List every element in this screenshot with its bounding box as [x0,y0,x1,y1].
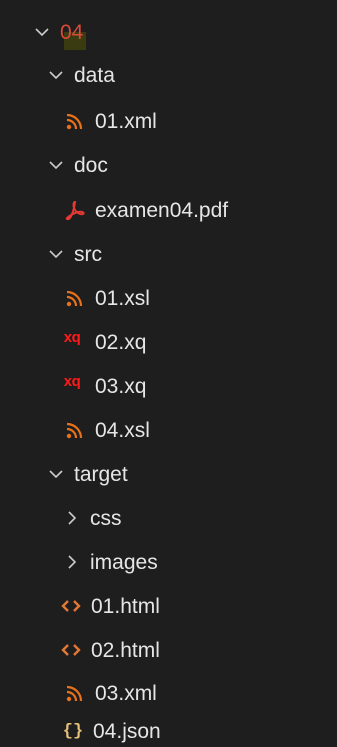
chevron-right-icon[interactable] [62,508,82,528]
chevron-right-icon[interactable] [62,552,82,572]
folder-css[interactable]: css [0,498,337,538]
file-target-04-json[interactable]: {} 04.json [0,711,337,747]
folder-data-label: data [74,63,115,87]
chevron-down-icon[interactable] [46,244,66,264]
folder-doc-label: doc [74,153,108,177]
html-icon [60,639,82,661]
chevron-down-icon[interactable] [46,464,66,484]
json-braces-icon: {} [62,721,84,741]
file-label: 01.html [91,594,160,618]
file-data-01-xml[interactable]: 01.xml [0,101,337,141]
file-src-04-xsl[interactable]: 04.xsl [0,410,337,450]
folder-label: 04 [60,20,86,50]
folder-data[interactable]: data [0,55,337,95]
file-label: 02.html [91,638,160,662]
folder-images-label: images [90,550,158,574]
html-icon [60,595,82,617]
file-src-03-xq[interactable]: xq 03.xq [0,366,337,406]
file-src-01-xsl[interactable]: 01.xsl [0,278,337,318]
file-label: 01.xml [95,109,157,133]
file-label: 04.json [93,719,161,743]
file-label: examen04.pdf [95,198,229,222]
chevron-down-icon[interactable] [32,22,52,42]
folder-src-label: src [74,242,102,266]
rss-icon [64,682,86,704]
xquery-icon: xq [63,372,81,390]
xquery-icon: xq [63,328,81,346]
file-target-02-html[interactable]: 02.html [0,630,337,670]
folder-src[interactable]: src [0,234,337,274]
folder-doc[interactable]: doc [0,145,337,185]
file-doc-examen04-pdf[interactable]: examen04.pdf [0,190,337,230]
file-label: 04.xsl [95,418,150,442]
folder-css-label: css [90,506,122,530]
folder-04-label: 04 [60,20,84,44]
rss-icon [64,110,86,132]
file-label: 01.xsl [95,286,150,310]
file-label: 03.xml [95,681,157,705]
rss-icon [64,287,86,309]
file-src-02-xq[interactable]: xq 02.xq [0,322,337,362]
folder-images[interactable]: images [0,542,337,582]
chevron-down-icon[interactable] [46,65,66,85]
folder-target-label: target [74,462,128,486]
file-explorer-tree: 04 data 01.xml doc examen04.pdf src 01.x… [0,0,337,747]
file-target-01-html[interactable]: 01.html [0,586,337,626]
folder-target[interactable]: target [0,454,337,494]
file-label: 02.xq [95,330,147,354]
rss-icon [64,419,86,441]
file-target-03-xml[interactable]: 03.xml [0,673,337,713]
folder-04[interactable]: 04 [0,12,337,52]
file-label: 03.xq [95,374,147,398]
pdf-icon [64,199,86,221]
chevron-down-icon[interactable] [46,155,66,175]
